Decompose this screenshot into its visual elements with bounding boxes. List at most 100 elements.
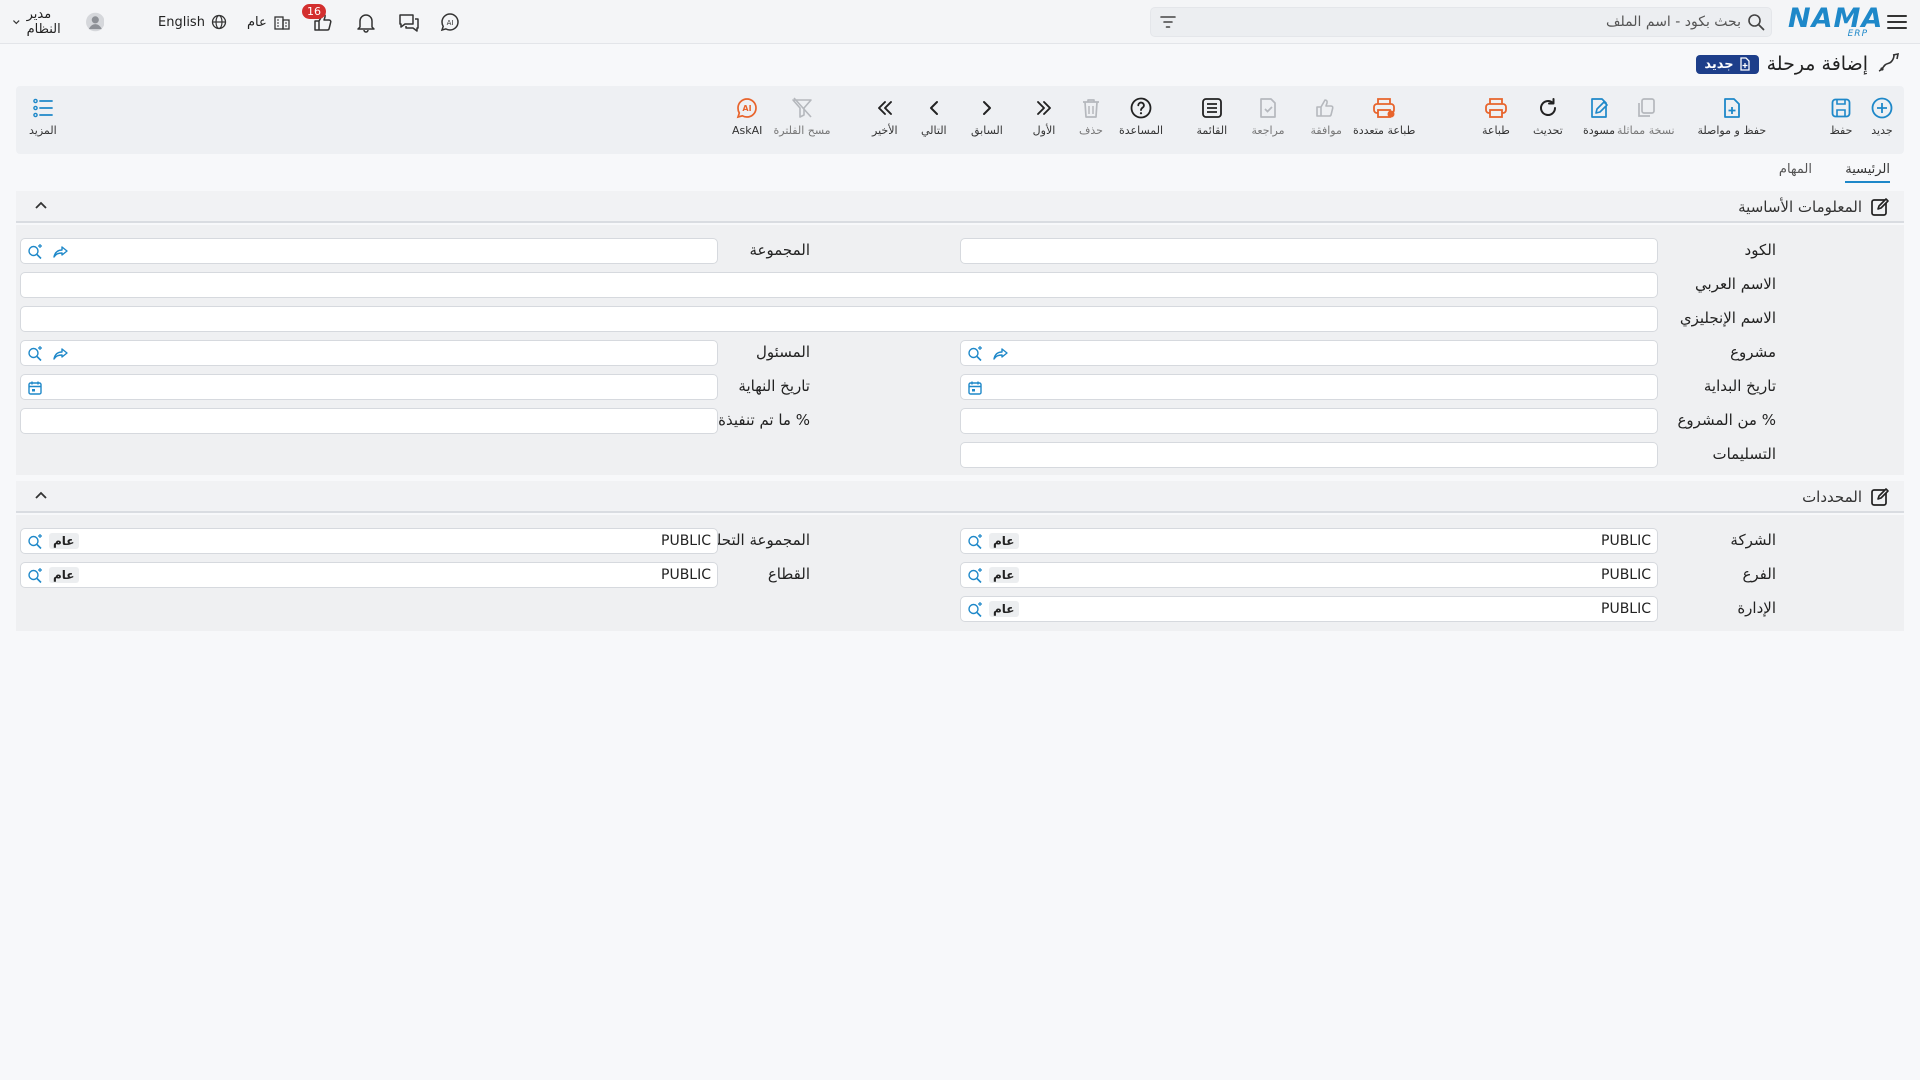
collapse-chevron-icon[interactable] bbox=[34, 200, 48, 210]
search-icon[interactable] bbox=[1747, 13, 1765, 31]
approvals-button[interactable]: 16 bbox=[302, 0, 334, 44]
edit-icon bbox=[1871, 488, 1889, 506]
globe-icon bbox=[211, 14, 227, 30]
ai-chat-icon: AI bbox=[736, 98, 758, 119]
svg-text:AI: AI bbox=[743, 104, 752, 113]
start-date-field[interactable] bbox=[960, 374, 1658, 400]
logo-text: NAMA bbox=[1788, 3, 1884, 34]
calendar-icon[interactable] bbox=[967, 380, 983, 396]
search-plus-icon[interactable] bbox=[27, 534, 43, 550]
next-record-button[interactable]: التالي bbox=[921, 96, 947, 137]
branch-label: الفرع bbox=[1742, 565, 1776, 583]
project-percent-field[interactable] bbox=[960, 408, 1658, 434]
search-plus-icon[interactable] bbox=[967, 534, 983, 550]
help-button[interactable]: المساعدة bbox=[1119, 96, 1163, 137]
company-label: الشركة bbox=[1730, 531, 1776, 549]
more-button[interactable]: المزيد bbox=[29, 96, 57, 137]
basic-info-section-header[interactable]: المعلومات الأساسية bbox=[16, 191, 1904, 223]
collapse-chevron-icon[interactable] bbox=[34, 490, 48, 500]
search-plus-icon[interactable] bbox=[27, 568, 43, 584]
menu-icon[interactable] bbox=[1886, 11, 1908, 33]
delete-button[interactable]: حذف bbox=[1079, 96, 1103, 137]
dimensions-section-header[interactable]: المحددات bbox=[16, 481, 1904, 513]
basic-info-body: الكود المجموعة الاسم العربي الاسم الإنجل… bbox=[16, 225, 1904, 475]
english-name-field[interactable] bbox=[20, 306, 1658, 332]
deliverables-field[interactable] bbox=[960, 442, 1658, 468]
arabic-name-field[interactable] bbox=[20, 272, 1658, 298]
start-date-label: تاريخ البداية bbox=[1703, 377, 1776, 395]
search-plus-icon[interactable] bbox=[967, 602, 983, 618]
branch-field[interactable]: PUBLIC عام bbox=[960, 562, 1658, 588]
analytic-group-field[interactable]: PUBLIC عام bbox=[20, 528, 718, 554]
company-field[interactable]: PUBLIC عام bbox=[960, 528, 1658, 554]
mode-badge: جديد bbox=[1696, 54, 1759, 74]
end-date-label: تاريخ النهاية bbox=[738, 377, 810, 395]
action-toolbar: جديد حفظ حفظ و مواصلة نسخة مماثلة مسودة … bbox=[16, 86, 1904, 154]
done-percent-field[interactable] bbox=[20, 408, 718, 434]
scope-label: عام bbox=[247, 14, 267, 30]
notifications-button[interactable] bbox=[355, 0, 377, 44]
scope-badge: عام bbox=[49, 567, 79, 583]
nama-erp-logo[interactable]: NAMA ERP bbox=[1788, 3, 1884, 39]
search-plus-icon[interactable] bbox=[967, 568, 983, 584]
new-button[interactable]: جديد bbox=[1870, 96, 1894, 137]
svg-text:AI: AI bbox=[447, 19, 454, 27]
save-icon bbox=[1831, 98, 1851, 118]
edit-icon bbox=[1871, 198, 1889, 216]
tab-tasks[interactable]: المهام bbox=[1779, 162, 1812, 177]
clear-filter-button[interactable]: مسح الفلترة bbox=[774, 96, 831, 137]
approve-button[interactable]: موافقة bbox=[1311, 96, 1342, 137]
search-plus-icon[interactable] bbox=[27, 244, 43, 260]
chevrons-left-icon bbox=[877, 101, 892, 115]
save-continue-button[interactable]: حفظ و مواصلة bbox=[1698, 96, 1766, 137]
search-plus-icon[interactable] bbox=[967, 346, 983, 362]
share-icon[interactable] bbox=[53, 346, 69, 362]
language-label: English bbox=[158, 14, 205, 30]
clear-filter-icon bbox=[792, 97, 812, 118]
multi-printer-icon bbox=[1373, 98, 1396, 118]
messages-button[interactable] bbox=[397, 0, 421, 44]
done-percent-label: % ما تم تنفيذة bbox=[718, 411, 810, 429]
copy-icon bbox=[1637, 98, 1655, 117]
basic-info-title: المعلومات الأساسية bbox=[1738, 197, 1890, 217]
user-menu[interactable]: مدير النظام bbox=[12, 0, 105, 44]
user-name: مدير النظام bbox=[26, 7, 61, 37]
project-field[interactable] bbox=[960, 340, 1658, 366]
group-field[interactable] bbox=[20, 238, 718, 264]
list-button[interactable]: القائمة bbox=[1197, 96, 1227, 137]
help-icon bbox=[1130, 97, 1152, 119]
search-plus-icon[interactable] bbox=[27, 346, 43, 362]
previous-record-button[interactable]: السابق bbox=[971, 96, 1003, 137]
filter-icon[interactable] bbox=[1159, 14, 1177, 30]
sector-field[interactable]: PUBLIC عام bbox=[20, 562, 718, 588]
askai-top-button[interactable]: AI bbox=[438, 0, 462, 44]
department-field[interactable]: PUBLIC عام bbox=[960, 596, 1658, 622]
search-box bbox=[1150, 7, 1772, 37]
code-field[interactable] bbox=[960, 238, 1658, 264]
refresh-button[interactable]: تحديث bbox=[1533, 96, 1563, 137]
search-input[interactable] bbox=[1201, 8, 1741, 36]
stage-icon bbox=[1878, 52, 1900, 72]
multi-print-button[interactable]: طباعة متعددة bbox=[1353, 96, 1415, 137]
duplicate-button[interactable]: نسخة مماثلة bbox=[1617, 96, 1675, 137]
scope-switch[interactable]: عام bbox=[247, 0, 291, 44]
end-date-field[interactable] bbox=[20, 374, 718, 400]
share-icon[interactable] bbox=[53, 244, 69, 260]
scope-badge: عام bbox=[989, 567, 1019, 583]
save-button[interactable]: حفظ bbox=[1829, 96, 1853, 137]
mode-badge-label: جديد bbox=[1704, 56, 1734, 72]
responsible-field[interactable] bbox=[20, 340, 718, 366]
department-label: الإدارة bbox=[1737, 599, 1776, 617]
draft-button[interactable]: مسودة bbox=[1583, 96, 1615, 137]
building-icon bbox=[274, 16, 290, 30]
calendar-icon[interactable] bbox=[27, 380, 43, 396]
print-button[interactable]: طباعة bbox=[1482, 96, 1510, 137]
share-icon[interactable] bbox=[993, 346, 1009, 362]
tab-main[interactable]: الرئيسية bbox=[1845, 162, 1890, 183]
last-record-button[interactable]: الأخير bbox=[872, 96, 898, 137]
first-record-button[interactable]: الأول bbox=[1032, 96, 1056, 137]
askai-button[interactable]: AI AskAI bbox=[732, 96, 762, 137]
review-button[interactable]: مراجعة bbox=[1252, 96, 1285, 137]
language-switch[interactable]: English bbox=[158, 0, 227, 44]
edit-document-icon bbox=[1591, 98, 1608, 118]
